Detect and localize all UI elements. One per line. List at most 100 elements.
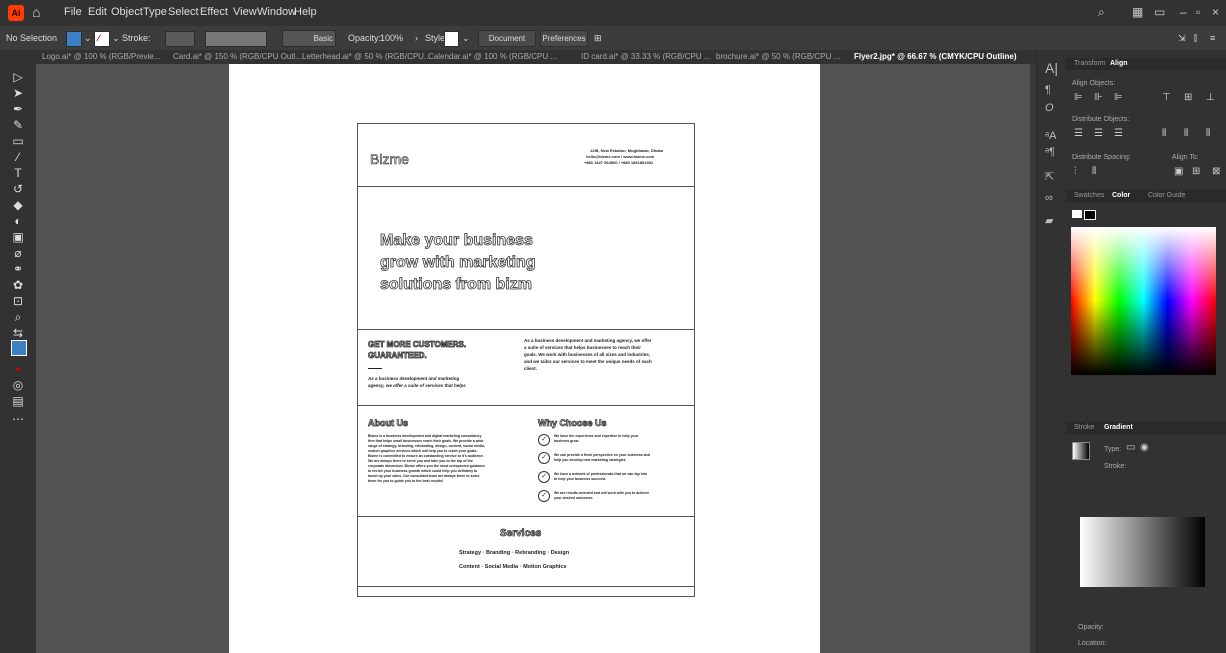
chevron-down-icon[interactable]: ⌄	[112, 33, 120, 44]
align-left-icon[interactable]: ⊫	[1074, 92, 1083, 103]
stroke-swatch[interactable]	[94, 31, 110, 47]
tab-swatches[interactable]: Swatches	[1074, 192, 1104, 199]
align-right-icon[interactable]: ⊫	[1114, 92, 1123, 103]
arrange-documents-icon[interactable]: ▦	[1132, 5, 1143, 19]
gradient-slider-preview[interactable]	[1080, 517, 1205, 587]
opentype-panel-icon[interactable]: O	[1045, 102, 1054, 114]
zoom-tool-icon[interactable]: ⌕	[11, 310, 25, 324]
fill-stroke-swatch[interactable]	[11, 340, 27, 356]
character-styles-icon[interactable]: ᵃA	[1045, 130, 1056, 142]
draw-mode-icon[interactable]: ◎	[11, 378, 25, 392]
color-spectrum[interactable]	[1071, 227, 1216, 375]
paragraph-panel-icon[interactable]: ¶	[1045, 84, 1051, 96]
symbol-sprayer-icon[interactable]: ✿	[11, 278, 25, 292]
distribute-right-icon[interactable]: ⫴	[1206, 128, 1210, 139]
menu-effect[interactable]: Effect	[200, 6, 228, 18]
menu-icon[interactable]: ≡	[1210, 33, 1215, 43]
tab-flyer2[interactable]: Flyer2.jpg* @ 66.67 % (CMYK/CPU Outline)	[854, 52, 1017, 61]
curvature-tool-icon[interactable]: ✎	[11, 118, 25, 132]
menu-file[interactable]: File	[64, 6, 82, 18]
distribute-hcenter-icon[interactable]: ⫴	[1184, 128, 1188, 139]
rectangle-tool-icon[interactable]: ▭	[11, 134, 25, 148]
preferences-button[interactable]: Preferences	[540, 30, 588, 47]
align-to-selection-icon[interactable]: ⊞	[1192, 166, 1200, 177]
menu-window[interactable]: Window	[257, 6, 296, 18]
fill-swatch[interactable]	[66, 31, 82, 47]
key-object-icon[interactable]: ⊠	[1212, 166, 1220, 177]
gradient-thumbnail[interactable]	[1072, 442, 1090, 460]
distribute-bottom-icon[interactable]: ☰	[1114, 128, 1123, 139]
comments-icon[interactable]: ▰	[1045, 214, 1053, 227]
swap-fill-stroke-icon[interactable]: ⇆	[11, 326, 25, 340]
chevron-right-icon[interactable]: ›	[415, 33, 418, 43]
tab-logo[interactable]: Logo.ai* @ 100 % (RGB/Previe...	[42, 52, 160, 61]
distribute-vcenter-icon[interactable]: ☰	[1094, 128, 1103, 139]
stroke-weight-stepper[interactable]	[150, 31, 162, 45]
menu-edit[interactable]: Edit	[88, 6, 107, 18]
align-hcenter-icon[interactable]: ⊪	[1094, 92, 1103, 103]
brush-definition-select[interactable]: Basic	[282, 30, 336, 47]
align-icon[interactable]: ⫿	[1194, 33, 1197, 44]
align-top-icon[interactable]: ⊤	[1162, 92, 1171, 103]
screen-mode-icon[interactable]: ▤	[11, 394, 25, 408]
minimize-icon[interactable]: –	[1180, 5, 1187, 19]
vertical-spacing-icon[interactable]: ⫶	[1074, 166, 1077, 177]
align-to-artboard-icon[interactable]: ▣	[1174, 166, 1183, 177]
chevron-down-icon[interactable]: ⌄	[84, 33, 92, 44]
character-panel-icon[interactable]: A|	[1045, 60, 1058, 76]
document-setup-button[interactable]: Document Setup	[478, 30, 536, 58]
artboard-tool-icon[interactable]: ⊡	[11, 294, 25, 308]
arrange-icon[interactable]: ⊞	[594, 33, 602, 44]
menu-type[interactable]: Type	[143, 6, 167, 18]
graphic-style-swatch[interactable]	[444, 31, 459, 47]
gradient-tool-icon[interactable]: ▣	[11, 230, 25, 244]
align-bottom-icon[interactable]: ⊥	[1206, 92, 1215, 103]
maximize-icon[interactable]: ▫	[1196, 5, 1200, 19]
radial-gradient-icon[interactable]: ◉	[1140, 442, 1149, 453]
tab-color-guide[interactable]: Color Guide	[1148, 192, 1185, 199]
paragraph-styles-icon[interactable]: ᵃ¶	[1045, 146, 1055, 158]
menu-help[interactable]: Help	[294, 6, 317, 18]
links-icon[interactable]: ∞	[1045, 192, 1053, 204]
rotate-tool-icon[interactable]: ↺	[11, 182, 25, 196]
export-icon[interactable]: ⇱	[1045, 170, 1054, 183]
linear-gradient-icon[interactable]: ▭	[1126, 442, 1135, 453]
tab-calendar[interactable]: Calendar.ai* @ 100 % (RGB/CPU ...	[428, 52, 557, 61]
tab-align[interactable]: Align	[1110, 60, 1128, 67]
type-tool-icon[interactable]: T	[11, 166, 25, 180]
align-vcenter-icon[interactable]: ⊞	[1184, 92, 1192, 103]
eraser-tool-icon[interactable]: ◆	[11, 198, 25, 212]
selection-tool-icon[interactable]: ➤	[11, 86, 25, 100]
menu-object[interactable]: Object	[111, 6, 143, 18]
flyer-artwork[interactable]: Bizme 12/B, New Eskaton, Moghbazar, Dhak…	[357, 123, 695, 597]
none-color-icon[interactable]: ▪	[11, 362, 25, 376]
stroke-color-chip[interactable]	[1084, 210, 1096, 220]
fill-color-chip[interactable]	[1072, 210, 1082, 218]
tab-letterhead[interactable]: Letterhead.ai* @ 50 % (RGB/CPU...	[302, 52, 431, 61]
tab-transform[interactable]: Transform	[1074, 60, 1106, 67]
artboard-icon[interactable]: ▷	[11, 70, 25, 84]
tab-card[interactable]: Card.ai* @ 150 % (RGB/CPU Outl...	[173, 52, 302, 61]
search-icon[interactable]: ⌕	[1098, 5, 1105, 20]
blend-tool-icon[interactable]: ⚭	[11, 262, 25, 276]
opacity-value[interactable]: 100%	[380, 33, 403, 43]
tab-gradient[interactable]: Gradient	[1104, 424, 1133, 431]
pen-tool-icon[interactable]: ✒	[11, 102, 25, 116]
transform-icon[interactable]: ⇲	[1178, 33, 1186, 44]
tab-stroke[interactable]: Stroke	[1074, 424, 1094, 431]
horizontal-spacing-icon[interactable]: ⫴	[1092, 166, 1096, 177]
tab-id-card[interactable]: ID card.ai* @ 33.33 % (RGB/CPU ...	[581, 52, 711, 61]
chevron-down-icon[interactable]: ⌄	[462, 33, 470, 44]
menu-view[interactable]: View	[233, 6, 257, 18]
paintbrush-tool-icon[interactable]: ⁄	[11, 150, 25, 164]
tab-color[interactable]: Color	[1112, 192, 1130, 199]
eyedropper-tool-icon[interactable]: ⌀	[11, 246, 25, 260]
workspace-icon[interactable]: ▭	[1154, 5, 1165, 19]
distribute-left-icon[interactable]: ⫴	[1162, 128, 1166, 139]
close-icon[interactable]: ×	[1212, 5, 1219, 19]
stroke-weight-input[interactable]	[165, 31, 195, 47]
shape-builder-icon[interactable]: ◐	[11, 214, 25, 228]
distribute-top-icon[interactable]: ☰	[1074, 128, 1083, 139]
more-tools-icon[interactable]: ⋯	[11, 412, 25, 426]
home-icon[interactable]: ⌂	[32, 4, 40, 20]
